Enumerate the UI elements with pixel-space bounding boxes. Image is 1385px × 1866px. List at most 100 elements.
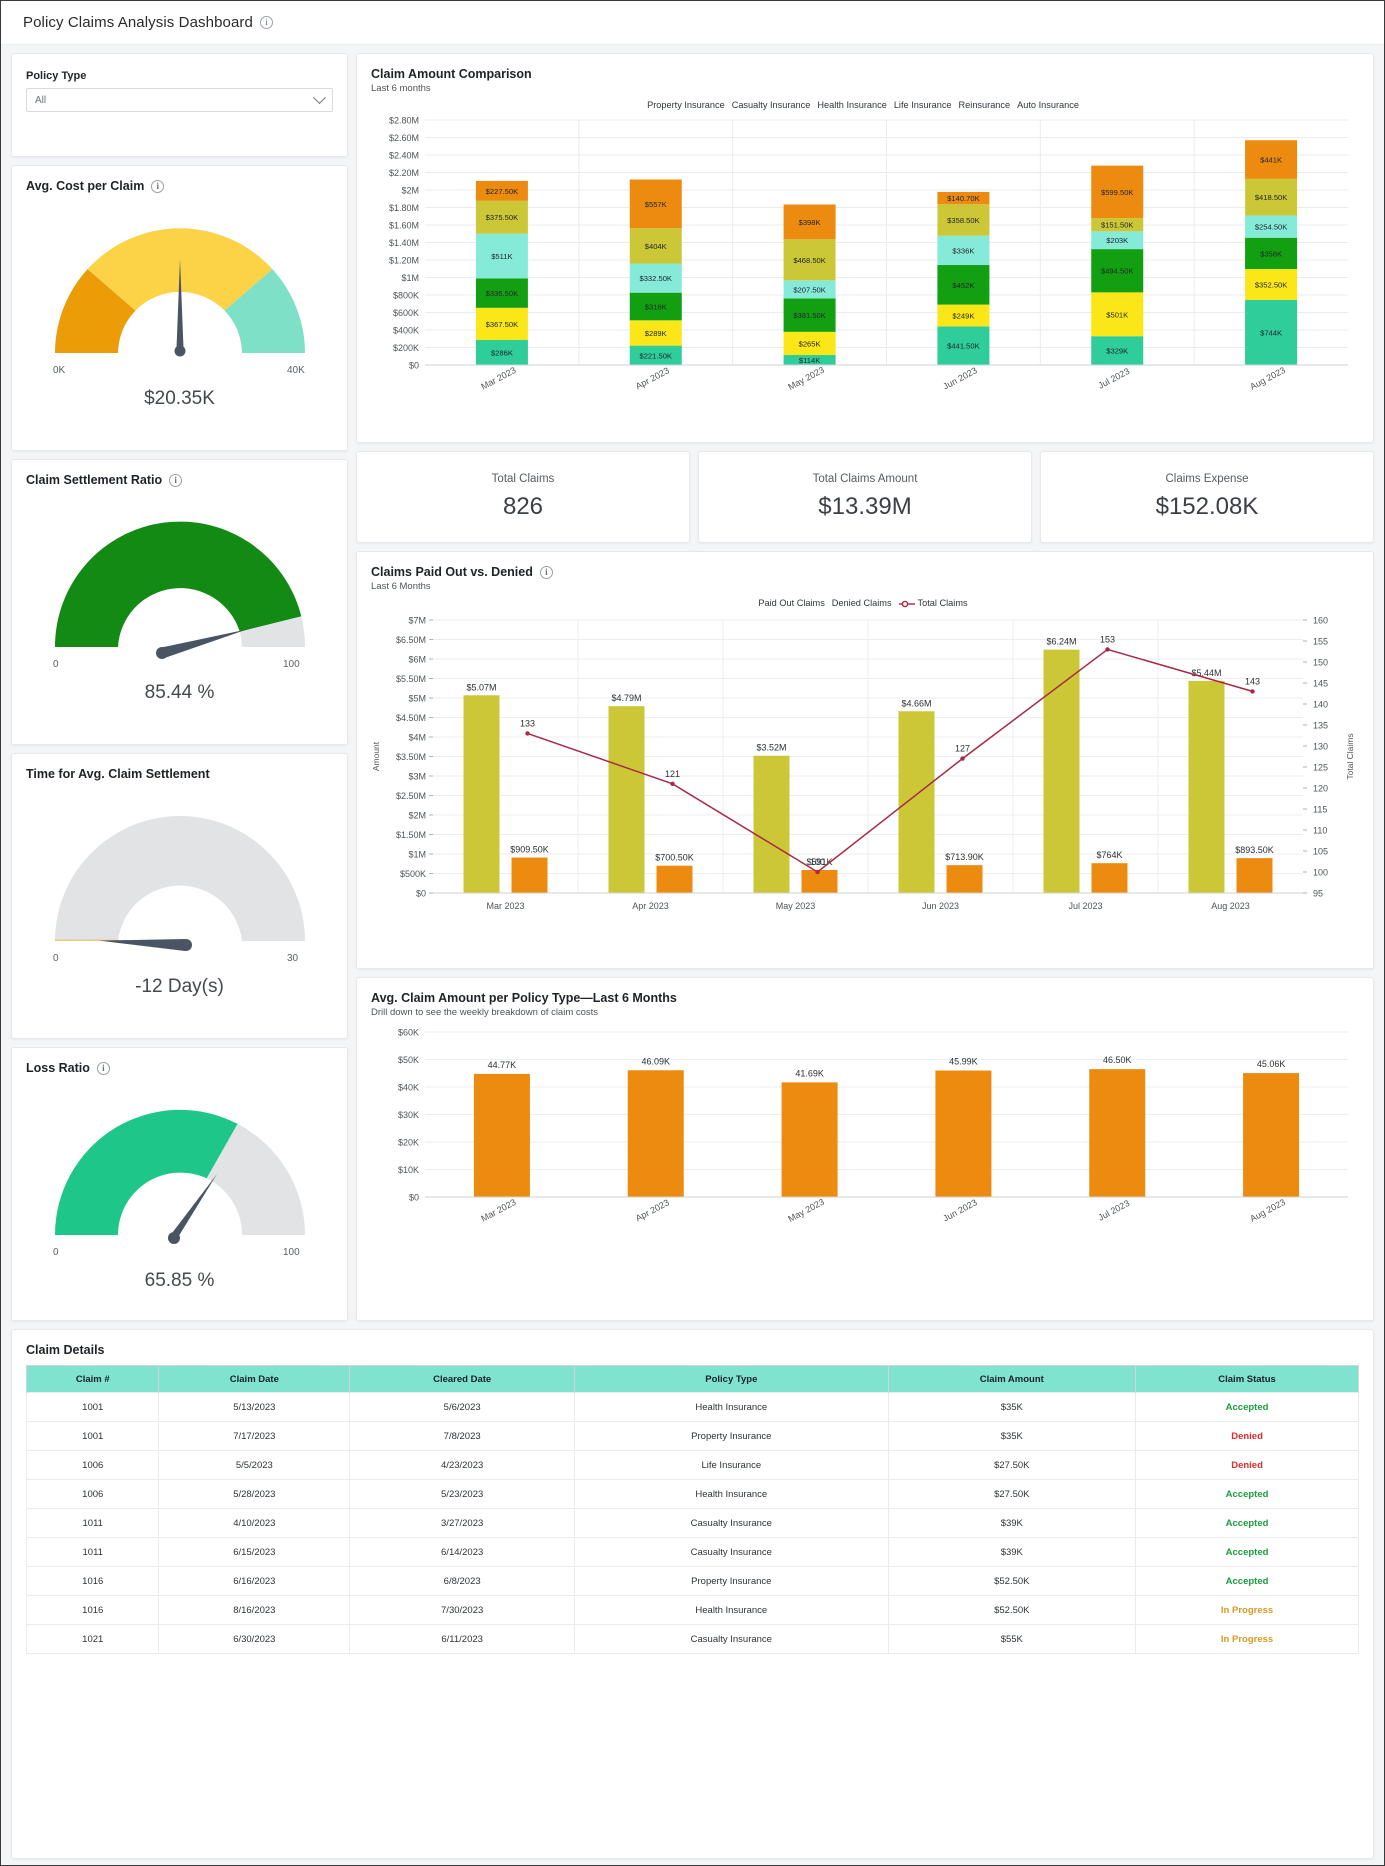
y2-tick-label: 150 [1313,658,1328,668]
y2-tick-label: 160 [1313,616,1328,626]
table-row[interactable]: 1001 5/13/2023 5/6/2023 Health Insurance $35… [25,1392,1359,1422]
table-row[interactable]: 1016 8/16/2023 7/30/2023 Health Insurance $5… [25,1595,1359,1625]
table-row[interactable]: 1006 5/5/2023 4/23/2023 Life Insurance $27.5… [25,1450,1359,1480]
right-column: Claim Amount Comparison Last 6 months Pr… [356,53,1374,1321]
y-tick-label: $2.80M [389,116,419,126]
bar-value-label: $221.50K [639,351,672,360]
info-icon[interactable]: i [96,1061,110,1075]
legend-item[interactable]: Life Insurance [894,100,952,110]
y-tick-label: $800K [393,291,419,301]
y2-tick-label: 125 [1313,763,1328,773]
chart-legend: Paid Out Claims Denied Claims Total Claims [357,598,1373,608]
table-title: Claim Details [26,1343,105,1357]
x-tick-label: May 2023 [776,901,816,911]
bar-value-label: $713.90K [945,852,984,862]
gauge-claim-settlement-ratio: Claim Settlement Ratio i 0 100 85.44 % [11,459,348,745]
table-row[interactable]: 1021 6/30/2023 6/11/2023 Casualty Insurance… [25,1624,1359,1654]
legend-item[interactable]: Auto Insurance [1017,100,1079,110]
bar-value-label: $286K [491,348,513,357]
bar-value-label: $151.50K [1101,221,1134,230]
legend-item[interactable]: Health Insurance [817,100,886,110]
y-tick-label: $6M [408,655,426,665]
table-column-header[interactable]: Policy Type [574,1365,889,1393]
line-point-label: 100 [810,857,825,867]
legend-item[interactable]: Reinsurance [959,100,1011,110]
table-column-header[interactable]: Claim Amount [887,1365,1137,1393]
y-tick-label: $1.40M [389,238,419,248]
info-icon[interactable]: i [259,16,273,29]
y-tick-label: $2.20M [389,168,419,178]
table-cell: Casualty Insurance [574,1537,889,1567]
table-row[interactable]: 1006 5/28/2023 5/23/2023 Health Insurance $2… [25,1479,1359,1509]
status-badge: In Progress [1135,1595,1359,1625]
bar-value-label: 45.06K [1257,1059,1286,1069]
y2-tick-label: 135 [1313,721,1328,731]
bar-value-label: 44.77K [488,1060,517,1070]
legend-item[interactable]: Property Insurance [647,100,725,110]
bar-value-label: $265K [799,339,821,348]
table-cell: 6/30/2023 [158,1624,351,1654]
info-icon[interactable]: i [539,565,553,579]
y2-tick-label: 140 [1313,700,1328,710]
gauge-avg-cost-per-claim: Avg. Cost per Claim i 0K 40K $20.35K [11,165,348,451]
table-column-header[interactable]: Claim Status [1135,1365,1359,1393]
top-bar: Policy Claims Analysis Dashboard i [1,1,1384,45]
left-column: Policy Type All Avg. Cost per Claim i 0K… [11,53,348,1321]
bar-value-label: $441.50K [947,342,980,351]
table-cell: Health Insurance [574,1479,889,1509]
kpi-value: $13.39M [818,493,912,520]
y-tick-label: $500K [400,869,426,879]
info-icon[interactable]: i [151,179,165,193]
legend-item[interactable]: Total Claims [898,598,968,608]
table-cell: 1006 [25,1479,160,1509]
table-column-header[interactable]: Claim Date [158,1365,351,1393]
y-tick-label: $2M [401,186,419,196]
table-row[interactable]: 1011 4/10/2023 3/27/2023 Casualty Insurance… [25,1508,1359,1538]
legend-label: Auto Insurance [1017,100,1079,110]
y-tick-label: $1.50M [396,830,426,840]
legend-item[interactable]: Denied Claims [832,598,892,608]
bar-value-label: $418.50K [1255,193,1288,202]
bar-value-label: $367.50K [486,320,519,329]
table-row[interactable]: 1001 7/17/2023 7/8/2023 Property Insurance $… [25,1421,1359,1451]
policy-type-select[interactable]: All [26,88,333,112]
kpi-claims-expense: Claims Expense $152.08K [1040,451,1374,543]
bar-value-label: $441K [1260,156,1282,165]
bar-value-label: 46.50K [1103,1055,1132,1065]
chart-title: Avg. Claim Amount per Policy Type—Last 6… [371,991,677,1005]
gauge-value: 65.85 % [144,1270,215,1291]
x-tick-label: Jun 2023 [922,901,959,911]
legend-item[interactable]: Casualty Insurance [732,100,811,110]
table-column-header[interactable]: Cleared Date [349,1365,576,1393]
table-cell: $27.50K [887,1450,1137,1480]
status-badge: Denied [1135,1421,1359,1451]
table-row[interactable]: 1011 6/15/2023 6/14/2023 Casualty Insurance… [25,1537,1359,1567]
info-icon[interactable]: i [169,473,183,487]
bar-value-label: $764K [1096,850,1122,860]
table-cell: $39K [887,1537,1137,1567]
y-tick-label: $1.20M [389,256,419,266]
table-header-row: Claim # Claim Date Cleared Date Policy Type… [25,1365,1359,1393]
kpi-value: 826 [502,493,544,520]
table-cell: Casualty Insurance [574,1508,889,1538]
x-tick-label: Mar 2023 [486,901,524,911]
table-cell: 1006 [25,1450,160,1480]
table-cell: Property Insurance [574,1566,889,1596]
y-tick-label: $0 [409,361,419,371]
table-cell: 5/5/2023 [158,1450,351,1480]
y-tick-label: $2.60M [389,133,419,143]
table-cell: 5/28/2023 [158,1479,351,1509]
upper-region: Policy Type All Avg. Cost per Claim i 0K… [11,53,1374,1321]
gauge-chart: 0 100 [53,521,305,670]
bar-value-label: $254.50K [1255,223,1288,232]
table-cell: 6/15/2023 [158,1537,351,1567]
table-cell: $55K [887,1624,1137,1654]
table-row[interactable]: 1016 6/16/2023 6/8/2023 Property Insurance $… [25,1566,1359,1596]
table-column-header[interactable]: Claim # [25,1365,160,1393]
stacked-bar-chart: $0 $200K $400K $600K $800K $1M $1.20M $1.40M $1.… [389,116,1348,392]
legend-item[interactable]: Paid Out Claims [758,598,824,608]
legend-line-icon [898,600,915,607]
table-cell: $39K [887,1508,1137,1538]
table-cell: 8/16/2023 [158,1595,351,1625]
table-cell: 6/8/2023 [349,1566,576,1596]
